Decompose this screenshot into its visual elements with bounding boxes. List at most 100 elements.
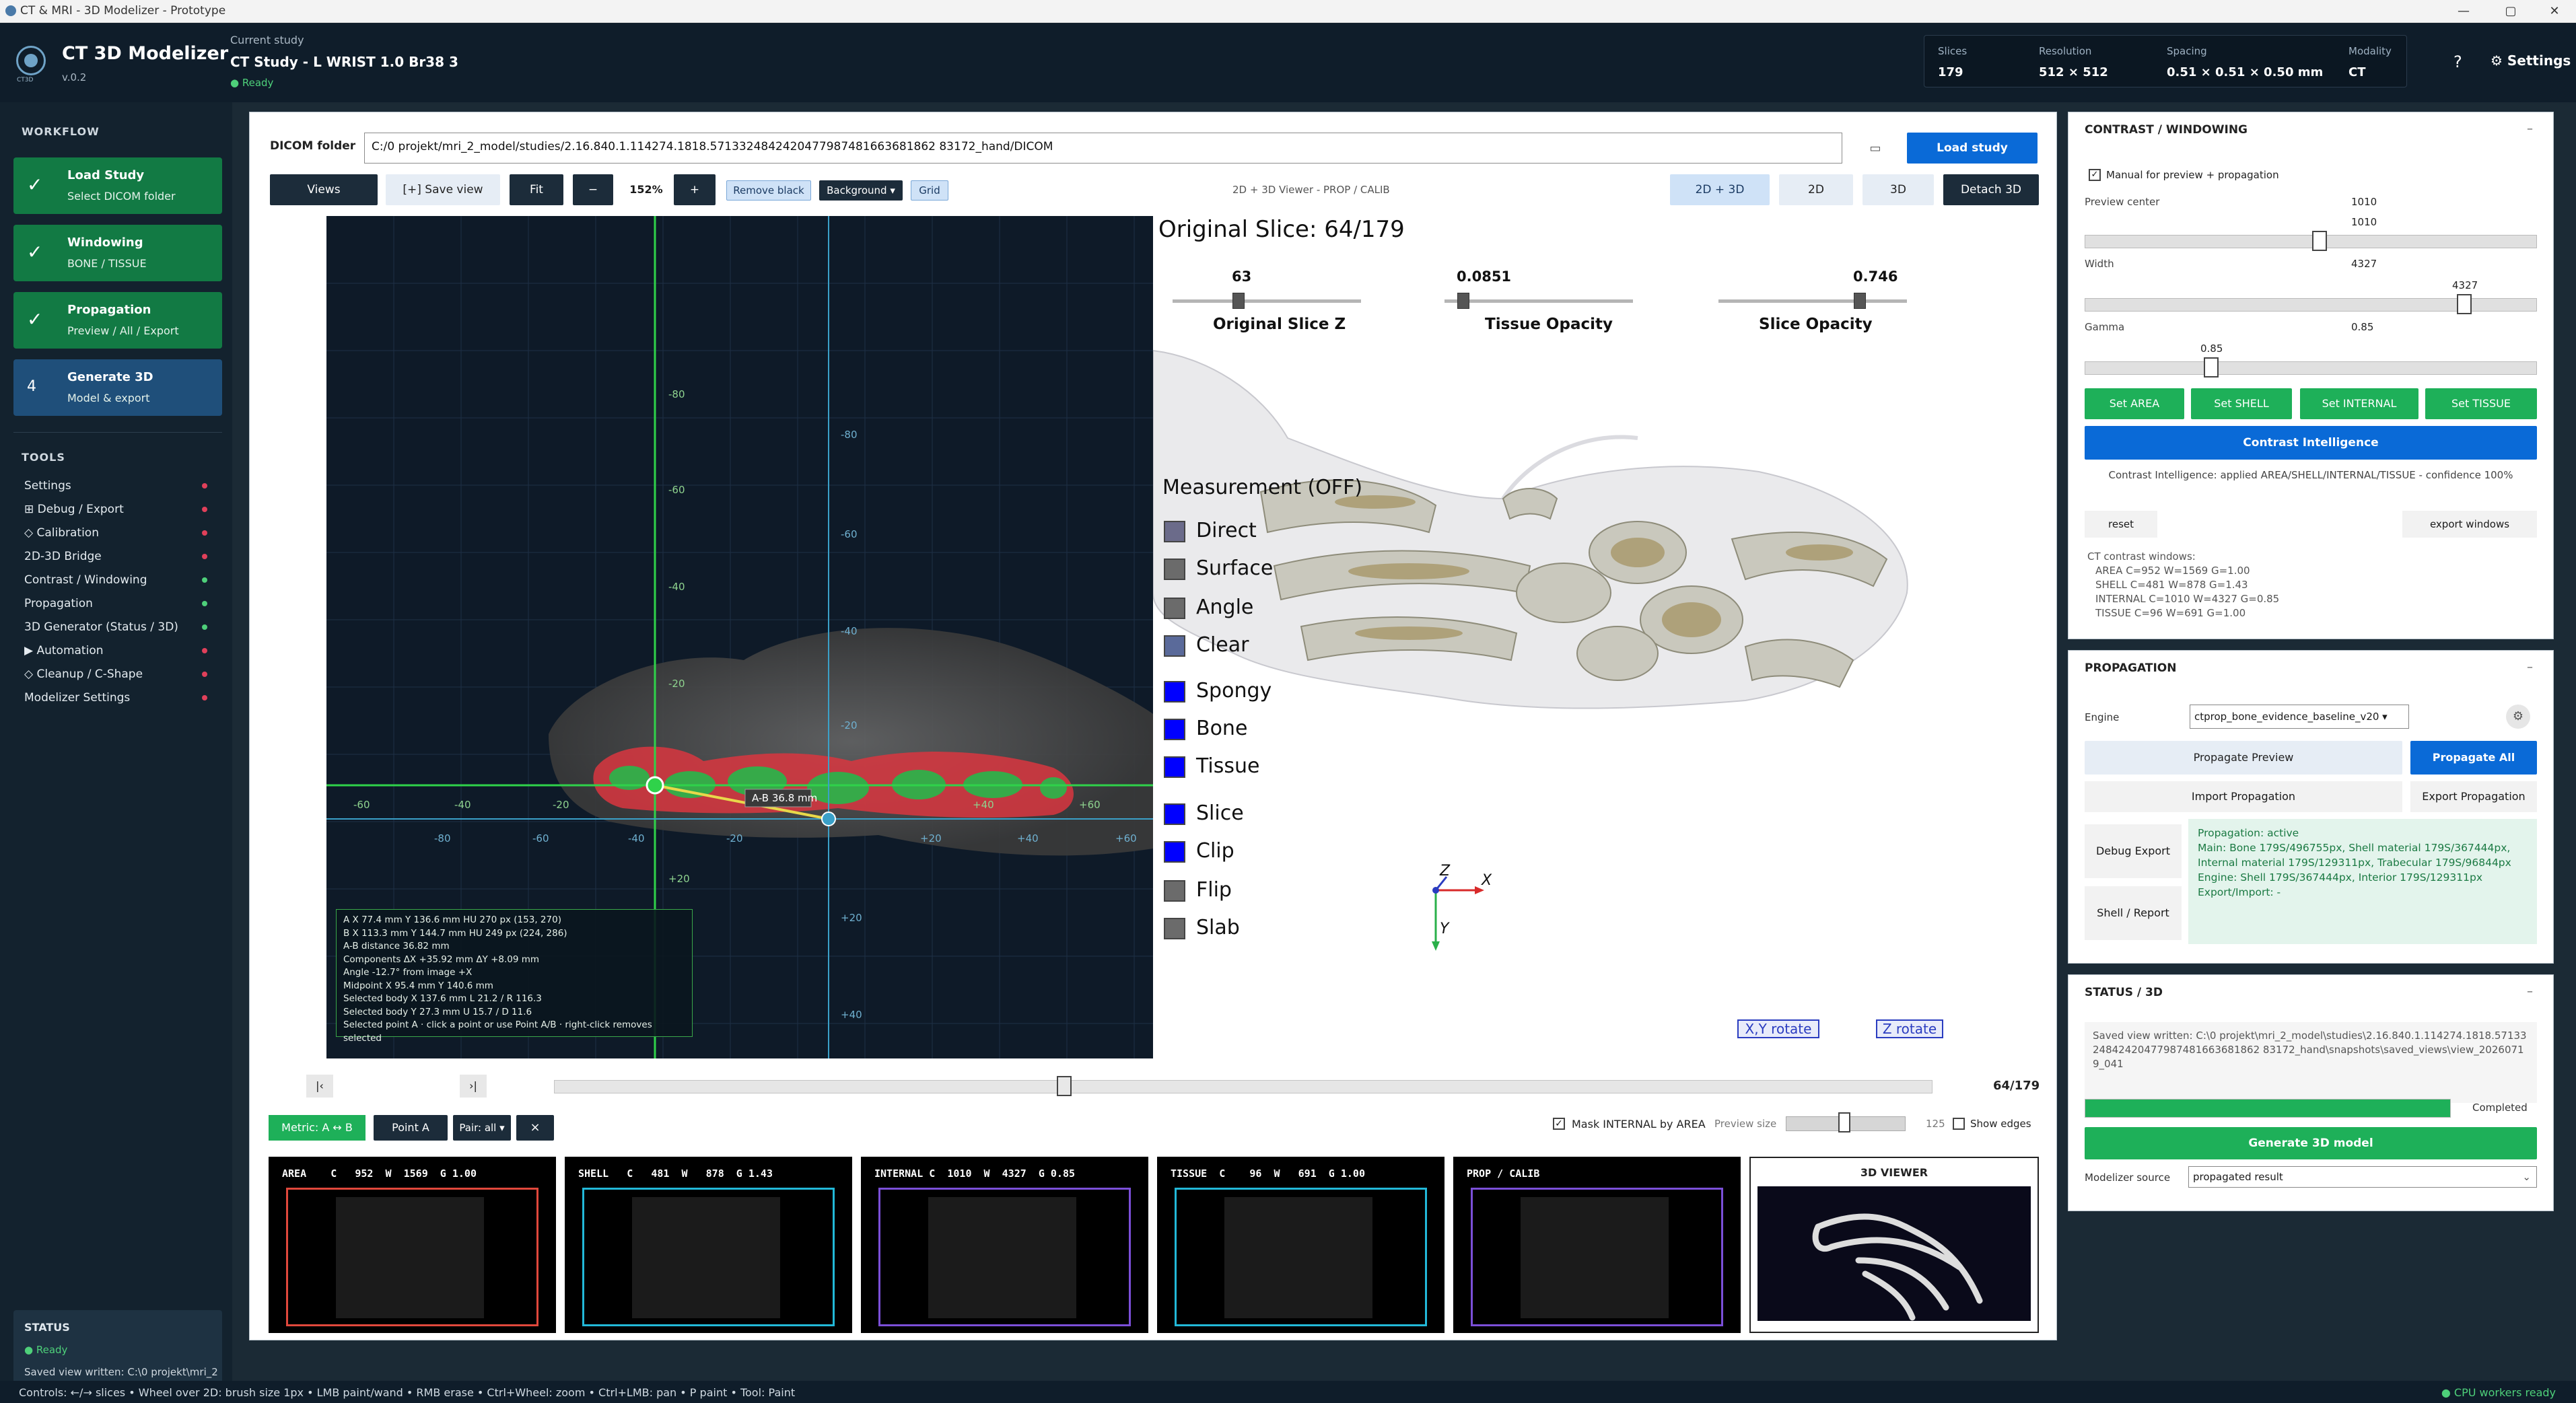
mask-internal-checkbox[interactable]: ✓ bbox=[1553, 1118, 1565, 1130]
propagate-preview-button[interactable]: Propagate Preview bbox=[2085, 741, 2402, 775]
point-a-handle[interactable] bbox=[646, 776, 664, 795]
tool-item[interactable]: 2D-3D Bridge bbox=[24, 550, 102, 563]
measurement-tool-flip[interactable]: Flip bbox=[1164, 878, 1232, 902]
folder-icon[interactable]: ▭ bbox=[1862, 135, 1889, 162]
measurement-toggle-box[interactable] bbox=[1164, 840, 1185, 863]
tool-item[interactable]: 3D Generator (Status / 3D) bbox=[24, 620, 178, 634]
workflow-step-load-study[interactable]: ✓ Load Study Select DICOM folder bbox=[13, 157, 222, 214]
reset-button[interactable]: reset bbox=[2085, 511, 2157, 538]
measurement-toggle-box[interactable] bbox=[1164, 635, 1185, 657]
measurement-toggle-box[interactable] bbox=[1164, 680, 1185, 703]
measurement-tool-slice[interactable]: Slice bbox=[1164, 801, 1244, 825]
help-button[interactable]: ? bbox=[2453, 52, 2462, 71]
views-button[interactable]: Views bbox=[270, 174, 378, 205]
hand-3d-render[interactable]: Z X Y bbox=[1153, 216, 2001, 1058]
workflow-step-windowing[interactable]: ✓ Windowing BONE / TISSUE bbox=[13, 225, 222, 281]
render-slider-track[interactable] bbox=[1444, 299, 1633, 303]
thumb-prop-calib[interactable]: PROP / CALIB bbox=[1453, 1157, 1741, 1333]
render-slider-handle[interactable] bbox=[1854, 293, 1866, 309]
measurement-toggle-box[interactable] bbox=[1164, 520, 1185, 542]
pair-dropdown[interactable]: Pair: all ▾ bbox=[453, 1115, 511, 1141]
tool-item[interactable]: Propagation bbox=[24, 597, 93, 610]
collapse-icon[interactable]: – bbox=[2527, 984, 2533, 999]
collapse-icon[interactable]: – bbox=[2527, 122, 2533, 136]
tool-item[interactable]: ◇ Calibration bbox=[24, 526, 99, 540]
shell-report-button[interactable]: Shell / Report bbox=[2085, 886, 2182, 940]
remove-black-button[interactable]: Remove black bbox=[726, 180, 811, 201]
maximize-button[interactable]: ▢ bbox=[2491, 1, 2531, 22]
show-edges-checkbox[interactable] bbox=[1953, 1118, 1965, 1130]
measurement-tool-bone[interactable]: Bone bbox=[1164, 717, 1247, 740]
measurement-tool-spongy[interactable]: Spongy bbox=[1164, 679, 1272, 703]
propagate-all-button[interactable]: Propagate All bbox=[2410, 741, 2537, 775]
point-b-handle[interactable] bbox=[821, 812, 836, 826]
measurement-tool-slab[interactable]: Slab bbox=[1164, 916, 1240, 939]
slice-slider-handle[interactable] bbox=[1057, 1076, 1072, 1096]
measurement-toggle-box[interactable] bbox=[1164, 917, 1185, 939]
dicom-folder-input[interactable]: C:/0 projekt/mri_2_model/studies/2.16.84… bbox=[364, 133, 1842, 164]
thumb-internal[interactable]: INTERNAL C 1010 W 4327 G 0.85 bbox=[861, 1157, 1148, 1333]
set-internal-button[interactable]: Set INTERNAL bbox=[2300, 388, 2418, 419]
mode-2d-button[interactable]: 2D bbox=[1779, 174, 1853, 205]
measurement-toggle-box[interactable] bbox=[1164, 803, 1185, 825]
measurement-tool-clip[interactable]: Clip bbox=[1164, 839, 1234, 863]
xy-rotate-button[interactable]: X,Y rotate bbox=[1737, 1019, 1819, 1038]
tool-item[interactable]: ▶ Automation bbox=[24, 644, 104, 657]
render-slider-handle[interactable] bbox=[1232, 293, 1245, 309]
engine-dropdown[interactable]: ctprop_bone_evidence_baseline_v20 ▾ bbox=[2190, 705, 2409, 729]
set-shell-button[interactable]: Set SHELL bbox=[2191, 388, 2292, 419]
tool-item[interactable]: ⊞ Debug / Export bbox=[24, 503, 124, 516]
measurement-tool-clear[interactable]: Clear bbox=[1164, 633, 1249, 657]
close-window-button[interactable]: ✕ bbox=[2534, 1, 2575, 22]
zoom-in-button[interactable]: + bbox=[674, 174, 716, 205]
tool-item[interactable]: Settings bbox=[24, 479, 71, 493]
contrast-intelligence-button[interactable]: Contrast Intelligence bbox=[2085, 426, 2537, 460]
workflow-step-generate-3d[interactable]: 4 Generate 3D Model & export bbox=[13, 359, 222, 416]
measurement-toggle-box[interactable] bbox=[1164, 597, 1185, 619]
measurement-toggle-box[interactable] bbox=[1164, 756, 1185, 778]
detach-3d-button[interactable]: Detach 3D bbox=[1943, 174, 2039, 205]
zoom-out-button[interactable]: − bbox=[573, 174, 613, 205]
measurement-tool-tissue[interactable]: Tissue bbox=[1164, 754, 1259, 778]
export-windows-button[interactable]: export windows bbox=[2402, 511, 2537, 538]
measurement-tool-surface[interactable]: Surface bbox=[1164, 556, 1273, 580]
export-propagation-button[interactable]: Export Propagation bbox=[2410, 781, 2537, 812]
slice-viewer-2d[interactable]: A-B 36.8 mm -60 -40 -20 +40 +60 -80 -60 … bbox=[326, 216, 1153, 1058]
render-3d-view[interactable]: Z X Y bbox=[1153, 216, 2001, 1058]
save-view-button[interactable]: [+] Save view bbox=[386, 174, 500, 205]
clear-pair-button[interactable]: × bbox=[516, 1115, 554, 1141]
measurement-toggle-box[interactable] bbox=[1164, 879, 1185, 902]
tool-item[interactable]: Contrast / Windowing bbox=[24, 573, 147, 587]
thumb-area[interactable]: AREA C 952 W 1569 G 1.00 bbox=[269, 1157, 556, 1333]
measurement-tool-direct[interactable]: Direct bbox=[1164, 519, 1257, 542]
metric-button[interactable]: Metric: A ↔ B bbox=[269, 1115, 365, 1141]
measurement-toggle-box[interactable] bbox=[1164, 718, 1185, 740]
measurement-tool-angle[interactable]: Angle bbox=[1164, 596, 1253, 619]
minimize-button[interactable]: — bbox=[2443, 1, 2484, 22]
tool-item[interactable]: ◇ Cleanup / C-Shape bbox=[24, 668, 143, 681]
tool-item[interactable]: Modelizer Settings bbox=[24, 691, 130, 705]
gamma-slider[interactable] bbox=[2085, 361, 2537, 375]
thumb-3d-viewer[interactable]: 3D VIEWER bbox=[1749, 1157, 2039, 1333]
manual-checkbox[interactable]: ✓ bbox=[2089, 169, 2101, 181]
preview-center-slider[interactable] bbox=[2085, 235, 2537, 248]
generate-3d-button[interactable]: Generate 3D model bbox=[2085, 1127, 2537, 1159]
set-tissue-button[interactable]: Set TISSUE bbox=[2425, 388, 2537, 419]
next-slice-button[interactable]: ›| bbox=[460, 1075, 487, 1098]
engine-settings-icon[interactable]: ⚙ bbox=[2506, 705, 2530, 729]
z-rotate-button[interactable]: Z rotate bbox=[1876, 1019, 1943, 1038]
workflow-step-propagation[interactable]: ✓ Propagation Preview / All / Export bbox=[13, 292, 222, 349]
modelizer-source-dropdown[interactable]: propagated result ⌄ bbox=[2188, 1166, 2537, 1188]
mode-2d3d-button[interactable]: 2D + 3D bbox=[1670, 174, 1770, 205]
thumb-shell[interactable]: SHELL C 481 W 878 G 1.43 bbox=[565, 1157, 852, 1333]
slice-slider-track[interactable] bbox=[554, 1080, 1933, 1093]
debug-export-button[interactable]: Debug Export bbox=[2085, 824, 2182, 878]
measurement-toggle-box[interactable] bbox=[1164, 558, 1185, 580]
thumb-tissue[interactable]: TISSUE C 96 W 691 G 1.00 bbox=[1157, 1157, 1444, 1333]
preview-size-handle[interactable] bbox=[1838, 1112, 1850, 1132]
width-handle[interactable] bbox=[2457, 294, 2472, 314]
load-study-button[interactable]: Load study bbox=[1907, 133, 2038, 164]
grid-toggle[interactable]: Grid bbox=[911, 180, 948, 201]
settings-button[interactable]: ⚙ Settings bbox=[2491, 52, 2571, 69]
collapse-icon[interactable]: – bbox=[2527, 660, 2533, 674]
